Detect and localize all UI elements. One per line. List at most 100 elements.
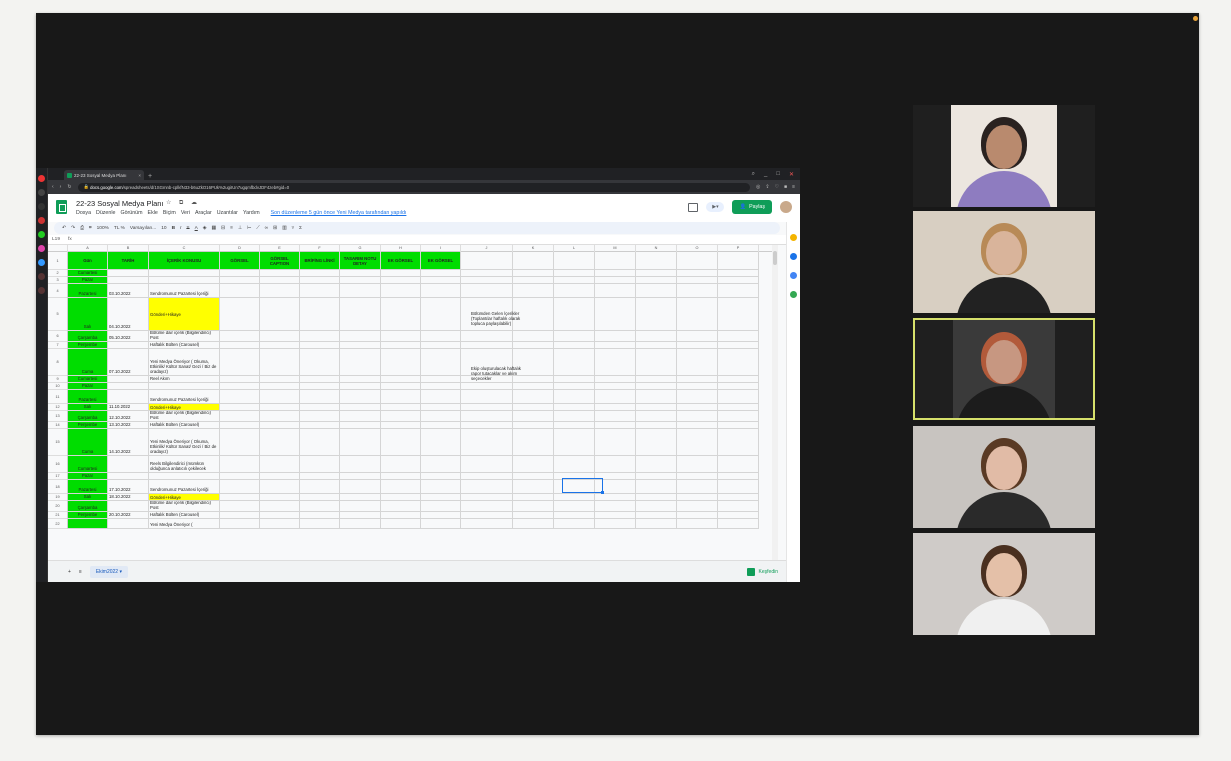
corner-cell[interactable] xyxy=(48,245,68,252)
cell[interactable] xyxy=(300,390,340,404)
cell[interactable] xyxy=(381,298,421,331)
cell[interactable] xyxy=(340,422,381,429)
cell[interactable] xyxy=(718,512,759,519)
cell[interactable] xyxy=(461,284,513,298)
name-box[interactable]: L19 xyxy=(52,237,60,242)
cell[interactable] xyxy=(718,494,759,501)
cell[interactable] xyxy=(718,331,759,342)
date-cell[interactable]: 11.10.2022 xyxy=(108,404,149,411)
cell[interactable] xyxy=(595,494,636,501)
date-cell[interactable] xyxy=(108,277,149,284)
cell[interactable] xyxy=(554,429,595,456)
cell[interactable] xyxy=(300,411,340,422)
align-icon[interactable]: ≡ xyxy=(230,226,233,231)
row-number[interactable]: 11 xyxy=(48,390,68,404)
cell[interactable] xyxy=(300,473,340,480)
row-number[interactable]: 8 xyxy=(48,349,68,376)
comment-add-icon[interactable]: ⊞ xyxy=(273,226,277,231)
cell[interactable] xyxy=(300,512,340,519)
cell[interactable] xyxy=(513,270,554,277)
cell[interactable] xyxy=(513,456,554,473)
date-cell[interactable] xyxy=(108,519,149,529)
heart-icon[interactable]: ♡ xyxy=(775,184,779,190)
date-cell[interactable] xyxy=(108,390,149,404)
date-cell[interactable]: 17.10.2022 xyxy=(108,480,149,494)
cell[interactable] xyxy=(554,298,595,331)
cell[interactable] xyxy=(220,494,260,501)
cell[interactable] xyxy=(421,376,461,383)
cell[interactable] xyxy=(220,270,260,277)
participant-tile[interactable] xyxy=(913,105,1095,207)
cell[interactable] xyxy=(260,512,300,519)
day-cell[interactable]: Cuma xyxy=(68,429,108,456)
cell[interactable] xyxy=(220,277,260,284)
header-cell[interactable]: İÇERİK KONUSU xyxy=(149,252,220,270)
cell[interactable] xyxy=(595,252,636,270)
menu-extensions[interactable]: Uzantılar xyxy=(217,210,238,216)
opera-icon[interactable] xyxy=(38,175,45,182)
row-number[interactable]: 12 xyxy=(48,404,68,411)
cell[interactable] xyxy=(421,342,461,349)
cell[interactable] xyxy=(381,270,421,277)
cell[interactable] xyxy=(595,519,636,529)
cell[interactable] xyxy=(421,390,461,404)
header-cell[interactable]: BRİFİNG LİNKİ xyxy=(300,252,340,270)
sheets-logo-icon[interactable] xyxy=(56,200,67,214)
share-button[interactable]: 👤 Paylaş xyxy=(732,200,772,214)
cell[interactable] xyxy=(340,429,381,456)
cell[interactable] xyxy=(636,277,677,284)
cell[interactable] xyxy=(260,429,300,456)
topic-cell[interactable] xyxy=(149,383,220,390)
cell[interactable] xyxy=(220,429,260,456)
cell[interactable] xyxy=(260,342,300,349)
day-cell[interactable]: Perşembe xyxy=(68,422,108,429)
cell[interactable] xyxy=(677,480,718,494)
cell[interactable] xyxy=(718,298,759,331)
cell[interactable] xyxy=(340,383,381,390)
cell[interactable] xyxy=(513,512,554,519)
cell[interactable] xyxy=(421,480,461,494)
cell[interactable] xyxy=(300,342,340,349)
cell[interactable] xyxy=(381,342,421,349)
menu-tools[interactable]: Araçlar xyxy=(195,210,212,216)
cell[interactable] xyxy=(381,501,421,512)
menu-file[interactable]: Dosya xyxy=(76,210,91,216)
date-cell[interactable]: 18.10.2022 xyxy=(108,494,149,501)
header-cell[interactable]: GÖRSEL xyxy=(220,252,260,270)
row-number[interactable]: 14 xyxy=(48,422,68,429)
cell[interactable] xyxy=(260,277,300,284)
cell[interactable] xyxy=(381,331,421,342)
cell[interactable] xyxy=(461,480,513,494)
cell[interactable] xyxy=(677,376,718,383)
selected-cell[interactable] xyxy=(562,478,604,494)
cell[interactable] xyxy=(677,252,718,270)
print-icon[interactable]: ⎙ xyxy=(80,225,84,231)
date-cell[interactable]: 04.10.2022 xyxy=(108,298,149,331)
italic-icon[interactable]: I xyxy=(180,226,181,231)
cell[interactable] xyxy=(220,349,260,376)
cell[interactable] xyxy=(461,331,513,342)
cell[interactable] xyxy=(340,277,381,284)
cell[interactable] xyxy=(595,284,636,298)
column-header[interactable]: C xyxy=(149,245,220,252)
cell[interactable] xyxy=(636,422,677,429)
cell[interactable] xyxy=(554,284,595,298)
cell[interactable] xyxy=(718,390,759,404)
contacts-icon[interactable] xyxy=(790,272,797,279)
cell[interactable] xyxy=(220,331,260,342)
document-title[interactable]: 22-23 Sosyal Medya Planı xyxy=(76,199,164,208)
cell[interactable] xyxy=(677,277,718,284)
cell[interactable] xyxy=(677,519,718,529)
menu-view[interactable]: Görünüm xyxy=(120,210,142,216)
cell[interactable] xyxy=(220,512,260,519)
cell[interactable] xyxy=(421,473,461,480)
cell[interactable] xyxy=(381,494,421,501)
cell[interactable] xyxy=(595,331,636,342)
cell[interactable] xyxy=(220,383,260,390)
rotate-icon[interactable]: ⟋ xyxy=(256,225,259,231)
cell[interactable] xyxy=(513,473,554,480)
cell[interactable] xyxy=(381,411,421,422)
cell[interactable] xyxy=(381,277,421,284)
cell[interactable] xyxy=(381,512,421,519)
column-header[interactable]: M xyxy=(595,245,636,252)
